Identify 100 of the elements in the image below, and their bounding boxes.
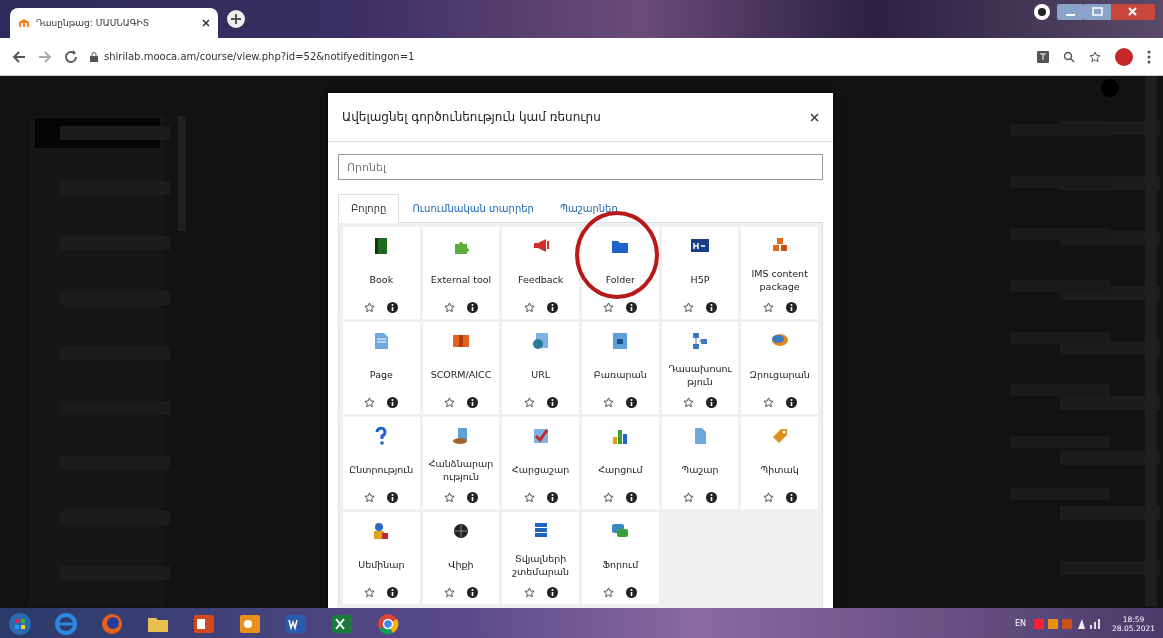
activity-label: Հանձնարարություն bbox=[427, 456, 495, 483]
activity-tile[interactable]: Հարցում bbox=[582, 417, 659, 509]
back-icon[interactable] bbox=[12, 49, 26, 64]
activity-tile[interactable]: Սեմինար bbox=[343, 512, 420, 604]
activity-label: Վիքի bbox=[448, 558, 474, 571]
star-icon[interactable] bbox=[762, 397, 774, 408]
info-icon[interactable] bbox=[387, 492, 399, 503]
info-icon[interactable] bbox=[467, 587, 478, 598]
activity-tile[interactable]: Տվյալների շտեմարան bbox=[502, 512, 579, 604]
zoom-icon[interactable] bbox=[1063, 50, 1075, 63]
star-icon[interactable] bbox=[523, 587, 535, 598]
star-icon[interactable] bbox=[444, 587, 455, 598]
internet-explorer-icon[interactable] bbox=[54, 611, 78, 636]
activity-label: Ֆորում bbox=[602, 558, 639, 571]
activity-tile[interactable]: Folder bbox=[582, 227, 659, 319]
info-icon[interactable] bbox=[626, 397, 638, 408]
star-icon[interactable] bbox=[364, 492, 376, 503]
activity-tile[interactable]: Բառարան bbox=[582, 322, 659, 414]
dialog-tab[interactable]: Պաշարներ bbox=[546, 194, 631, 223]
info-icon[interactable] bbox=[626, 492, 638, 503]
activity-tile[interactable]: Պիտակ bbox=[741, 417, 818, 509]
browser-tab[interactable]: Դասընթաց: ՄԱՍՆԱԳԻՏ bbox=[10, 8, 218, 38]
info-icon[interactable] bbox=[387, 397, 399, 408]
activity-tile[interactable]: SCORM/AICC bbox=[422, 322, 500, 414]
new-tab-icon[interactable] bbox=[226, 9, 246, 29]
star-icon[interactable] bbox=[444, 302, 455, 313]
start-orb-icon[interactable] bbox=[8, 611, 32, 636]
star-icon[interactable] bbox=[683, 302, 694, 313]
dialog-tab[interactable]: Բոլորը bbox=[338, 194, 400, 223]
reload-icon[interactable] bbox=[64, 49, 78, 64]
star-icon[interactable] bbox=[603, 492, 615, 503]
info-icon[interactable] bbox=[785, 397, 797, 408]
firefox-icon[interactable] bbox=[100, 611, 124, 636]
info-icon[interactable] bbox=[546, 587, 558, 598]
avatar-icon[interactable] bbox=[1115, 47, 1133, 66]
activity-tile[interactable]: Feedback bbox=[502, 227, 579, 319]
info-icon[interactable] bbox=[546, 302, 558, 313]
star-icon[interactable] bbox=[523, 492, 535, 503]
activity-label: Տվյալների շտեմարան bbox=[511, 551, 570, 578]
activity-label: Սեմինար bbox=[358, 558, 405, 571]
info-icon[interactable] bbox=[387, 587, 399, 598]
star-icon[interactable] bbox=[683, 492, 694, 503]
activity-label: IMS content package bbox=[750, 266, 809, 293]
info-icon[interactable] bbox=[546, 492, 558, 503]
moodle-logo-icon bbox=[18, 18, 30, 28]
star-icon[interactable] bbox=[444, 397, 455, 408]
activity-tile[interactable]: H5P bbox=[661, 227, 739, 319]
info-icon[interactable] bbox=[706, 302, 717, 313]
info-icon[interactable] bbox=[706, 492, 717, 503]
star-icon[interactable] bbox=[762, 302, 774, 313]
dialog-title: Ավելացնել գործունեություն կամ ռեսուրս bbox=[342, 110, 601, 124]
star-icon[interactable] bbox=[683, 397, 694, 408]
star-icon[interactable] bbox=[762, 492, 774, 503]
activity-tile[interactable]: IMS content package bbox=[741, 227, 818, 319]
profile-icon[interactable] bbox=[1033, 3, 1051, 21]
info-icon[interactable] bbox=[626, 587, 638, 598]
info-icon[interactable] bbox=[387, 302, 399, 313]
dialog-tab[interactable]: Ուսումնական տարրեր bbox=[399, 194, 547, 223]
activity-tile[interactable]: Վիքի bbox=[422, 512, 500, 604]
activity-tile[interactable]: Book bbox=[343, 227, 420, 319]
info-icon[interactable] bbox=[467, 302, 478, 313]
activity-label: Պաշար bbox=[681, 463, 719, 476]
activity-tile[interactable]: Հանձնարարություն bbox=[422, 417, 500, 509]
close-icon[interactable] bbox=[202, 19, 210, 27]
info-icon[interactable] bbox=[626, 302, 638, 313]
info-icon[interactable] bbox=[706, 397, 717, 408]
star-icon[interactable] bbox=[603, 397, 615, 408]
chrome-icon[interactable] bbox=[376, 611, 400, 636]
window-controls-icon[interactable] bbox=[1057, 3, 1157, 21]
close-icon[interactable] bbox=[810, 112, 819, 122]
activity-tile[interactable]: Դասախոսություն bbox=[661, 322, 739, 414]
activity-label: URL bbox=[531, 368, 551, 381]
language-indicator[interactable]: EN bbox=[1015, 619, 1027, 628]
search-field[interactable]: Որոնել bbox=[338, 154, 823, 180]
activity-tile[interactable]: Ֆորում bbox=[582, 512, 659, 604]
star-icon[interactable] bbox=[364, 587, 376, 598]
star-icon[interactable] bbox=[444, 492, 455, 503]
star-icon[interactable] bbox=[523, 397, 535, 408]
star-icon[interactable] bbox=[603, 587, 615, 598]
activity-tile[interactable]: Page bbox=[343, 322, 420, 414]
star-icon[interactable] bbox=[364, 302, 376, 313]
star-icon[interactable] bbox=[523, 302, 535, 313]
star-icon[interactable] bbox=[603, 302, 615, 313]
info-icon[interactable] bbox=[785, 492, 797, 503]
activity-tile[interactable]: External tool bbox=[422, 227, 500, 319]
activity-tile[interactable]: Զրուցարան bbox=[741, 322, 818, 414]
activity-tile[interactable]: URL bbox=[502, 322, 579, 414]
info-icon[interactable] bbox=[467, 492, 478, 503]
info-icon[interactable] bbox=[467, 397, 478, 408]
star-icon[interactable] bbox=[364, 397, 376, 408]
activity-label: Զրուցարան bbox=[749, 368, 810, 381]
menu-icon[interactable] bbox=[1147, 49, 1151, 64]
translate-icon[interactable] bbox=[1037, 50, 1049, 63]
activity-tile[interactable]: Հարցաշար bbox=[502, 417, 579, 509]
info-icon[interactable] bbox=[785, 302, 797, 313]
activity-label: Page bbox=[369, 368, 393, 381]
activity-tile[interactable]: Ընտրություն bbox=[343, 417, 420, 509]
activity-tile[interactable]: Պաշար bbox=[661, 417, 739, 509]
info-icon[interactable] bbox=[546, 397, 558, 408]
bookmark-star-icon[interactable] bbox=[1089, 50, 1101, 63]
